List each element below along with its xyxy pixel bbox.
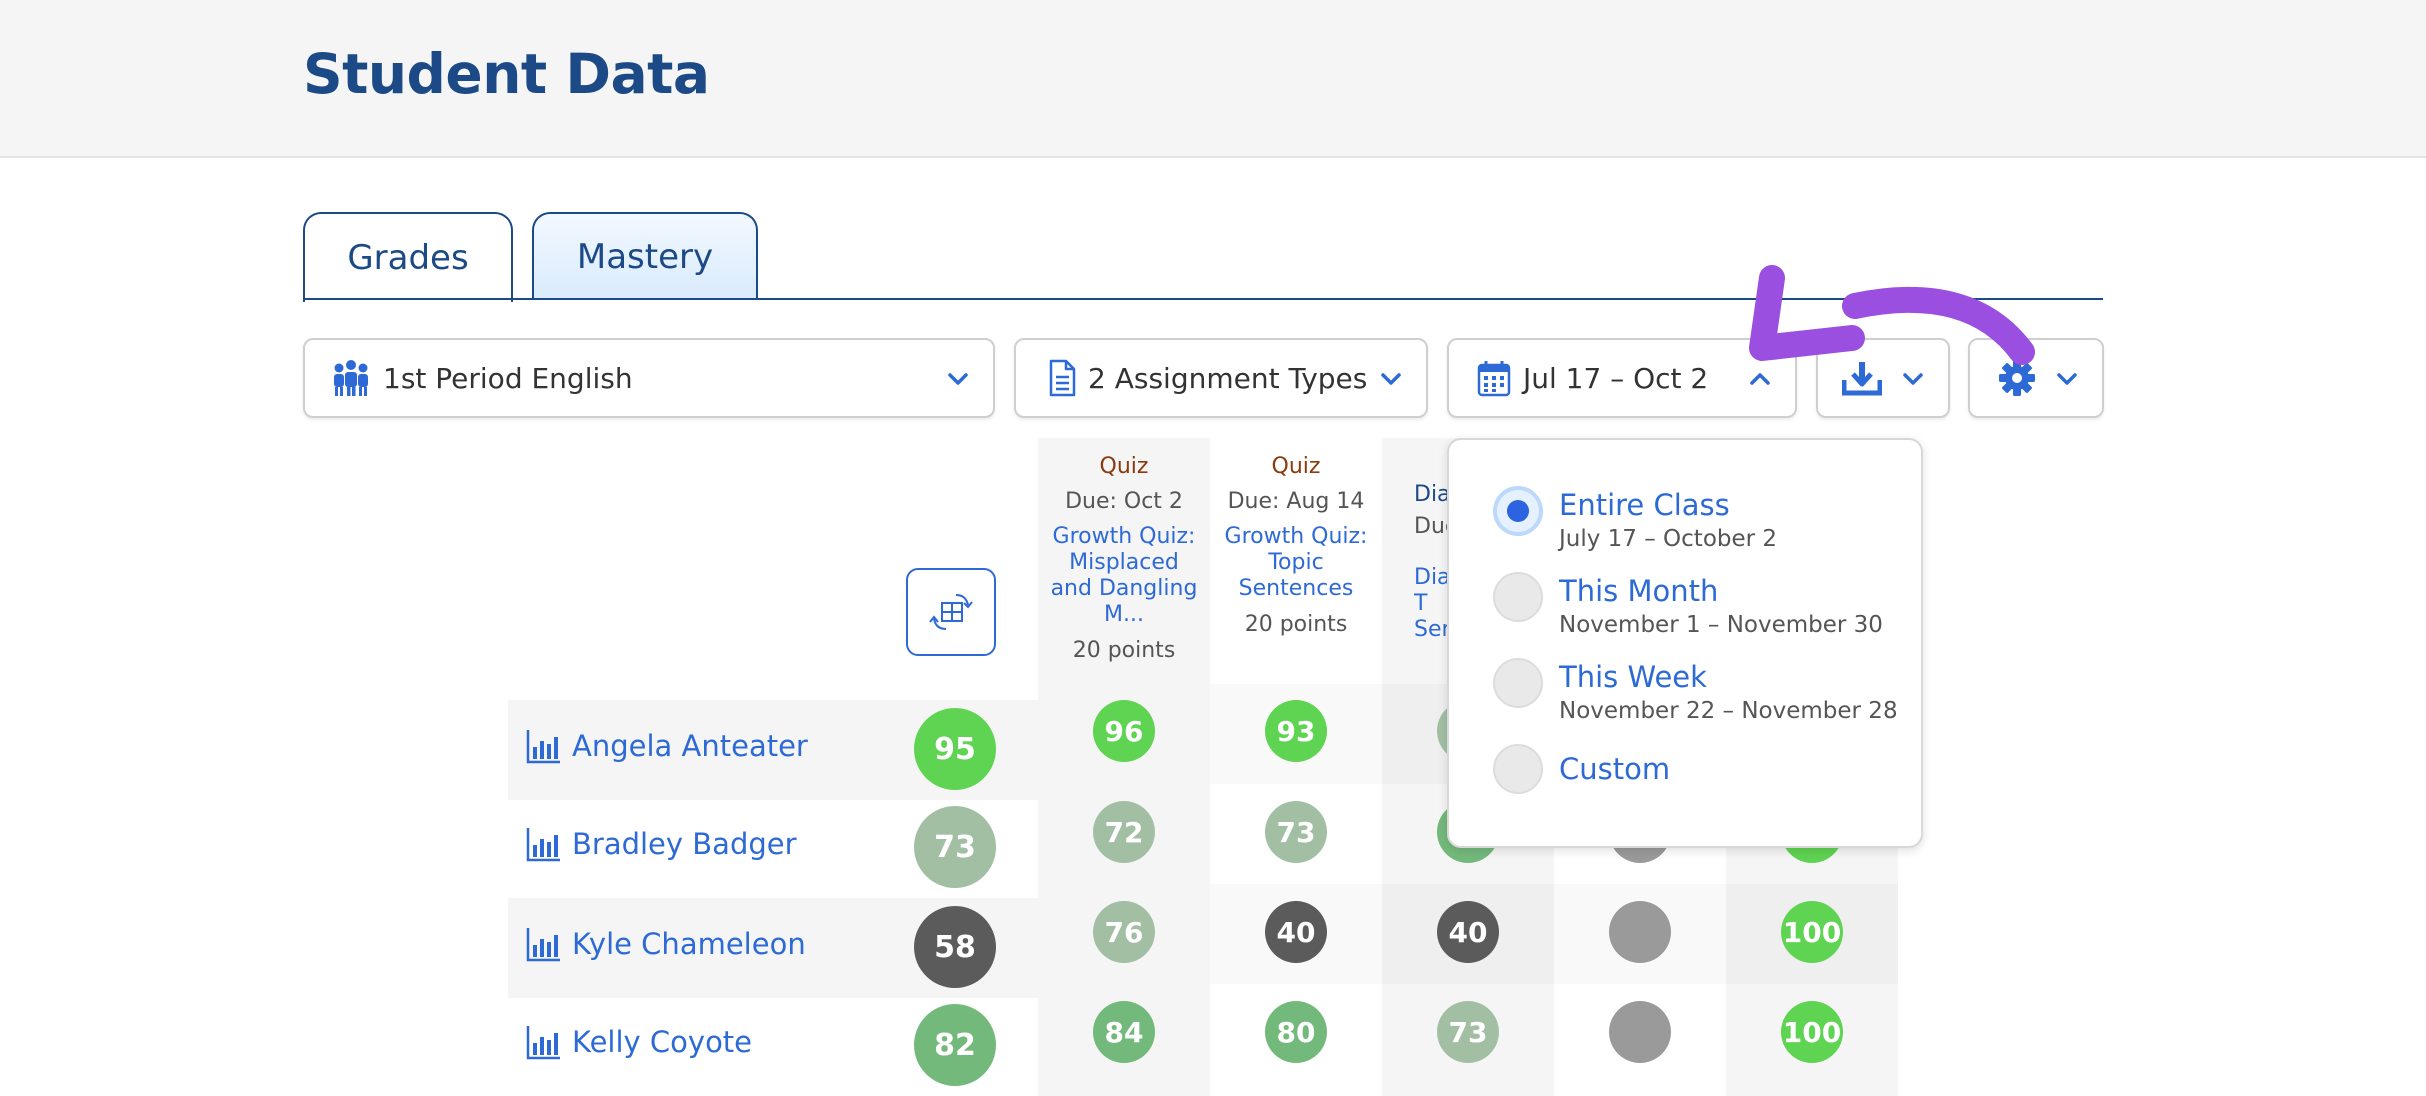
option-title: Custom	[1559, 752, 1671, 786]
radio-selected[interactable]	[1493, 486, 1543, 536]
swap-grid-icon	[929, 594, 973, 630]
date-option-custom[interactable]: Custom	[1493, 744, 1670, 794]
assignment-due: Due: Aug 14	[1227, 489, 1365, 514]
student-link[interactable]: Bradley Badger	[526, 826, 797, 862]
student-name: Bradley Badger	[572, 827, 797, 861]
score-badge[interactable]: 40	[1265, 901, 1327, 963]
assignment-type-select[interactable]: 2 Assignment Types	[1014, 338, 1428, 418]
assignment-header[interactable]: Quiz Due: Oct 2 Growth Quiz: Misplaced a…	[1038, 438, 1210, 663]
assignment-type-label: 2 Assignment Types	[1088, 361, 1368, 395]
average-score-badge: 82	[914, 1004, 996, 1086]
bar-chart-icon	[526, 828, 560, 862]
option-subtitle: November 1 – November 30	[1559, 612, 1883, 638]
option-subtitle: November 22 – November 28	[1559, 698, 1898, 724]
score-badge[interactable]: 100	[1781, 1001, 1843, 1063]
calendar-icon	[1477, 359, 1511, 397]
assignment-type: Quiz	[1271, 454, 1321, 479]
student-name: Kyle Chameleon	[572, 927, 806, 961]
annotation-arrow	[1749, 265, 2035, 365]
score-badge[interactable]: 80	[1265, 1001, 1327, 1063]
option-title: This Month	[1559, 574, 1719, 608]
student-link[interactable]: Angela Anteater	[526, 728, 808, 764]
student-link[interactable]: Kelly Coyote	[526, 1024, 752, 1060]
score-badge[interactable]: 84	[1093, 1001, 1155, 1063]
student-name: Kelly Coyote	[572, 1025, 753, 1059]
class-select[interactable]: 1st Period English	[303, 338, 995, 418]
date-option-this-month[interactable]: This Month November 1 – November 30	[1493, 572, 1883, 638]
score-badge[interactable]: 96	[1093, 700, 1155, 762]
radio-unselected[interactable]	[1493, 744, 1543, 794]
chevron-down-icon	[1381, 373, 1401, 385]
assignment-type: Dia	[1414, 482, 1448, 507]
tab-grades[interactable]: Grades	[303, 212, 513, 302]
page-header: Student Data	[0, 0, 2426, 158]
average-score-badge: 95	[914, 708, 996, 790]
chevron-down-icon	[2057, 373, 2077, 385]
average-score-badge: 73	[914, 806, 996, 888]
assignment-points: 20 points	[1244, 612, 1348, 637]
date-option-this-week[interactable]: This Week November 22 – November 28	[1493, 658, 1898, 724]
score-badge[interactable]: 93	[1265, 700, 1327, 762]
page-title: Student Data	[303, 42, 710, 106]
assignment-title-link[interactable]: Dia T Sen	[1414, 565, 1448, 643]
assignment-title-link[interactable]: Growth Quiz: Topic Sentences	[1220, 524, 1372, 602]
score-badge[interactable]: 73	[1265, 801, 1327, 863]
assignment-type: Quiz	[1099, 454, 1149, 479]
assignment-header[interactable]: Quiz Due: Aug 14 Growth Quiz: Topic Sent…	[1210, 438, 1382, 637]
bar-chart-icon	[526, 730, 560, 764]
option-title: Entire Class	[1559, 488, 1730, 522]
student-link[interactable]: Kyle Chameleon	[526, 926, 806, 962]
date-option-entire-class[interactable]: Entire Class July 17 – October 2	[1493, 486, 1777, 552]
average-score-badge: 58	[914, 906, 996, 988]
tab-mastery[interactable]: Mastery	[532, 212, 758, 300]
class-select-label: 1st Period English	[383, 361, 633, 395]
assignment-title-link[interactable]: Growth Quiz: Misplaced and Dangling M...	[1048, 524, 1200, 628]
student-name: Angela Anteater	[572, 729, 808, 763]
assignment-due: Due: Oct 2	[1065, 489, 1183, 514]
pivot-table-button[interactable]	[906, 568, 996, 656]
score-badge-missing[interactable]	[1609, 901, 1671, 963]
bar-chart-icon	[526, 928, 560, 962]
score-badge-missing[interactable]	[1609, 1001, 1671, 1063]
date-range-label: Jul 17 – Oct 2	[1523, 361, 1709, 395]
date-range-menu: Entire Class July 17 – October 2 This Mo…	[1447, 438, 1923, 848]
bar-chart-icon	[526, 1026, 560, 1060]
score-badge[interactable]: 100	[1781, 901, 1843, 963]
radio-unselected[interactable]	[1493, 572, 1543, 622]
people-icon	[331, 359, 371, 397]
chevron-down-icon	[948, 373, 968, 385]
score-badge[interactable]: 40	[1437, 901, 1499, 963]
option-title: This Week	[1559, 660, 1707, 694]
score-badge[interactable]: 76	[1093, 901, 1155, 963]
score-badge[interactable]: 72	[1093, 801, 1155, 863]
assignment-points: 20 points	[1072, 638, 1176, 663]
assignment-due: Due	[1414, 514, 1448, 539]
score-badge[interactable]: 73	[1437, 1001, 1499, 1063]
option-subtitle: July 17 – October 2	[1559, 526, 1778, 552]
assignment-header[interactable]: Dia Due Dia T Sen	[1382, 438, 1448, 658]
document-icon	[1048, 359, 1076, 397]
radio-unselected[interactable]	[1493, 658, 1543, 708]
